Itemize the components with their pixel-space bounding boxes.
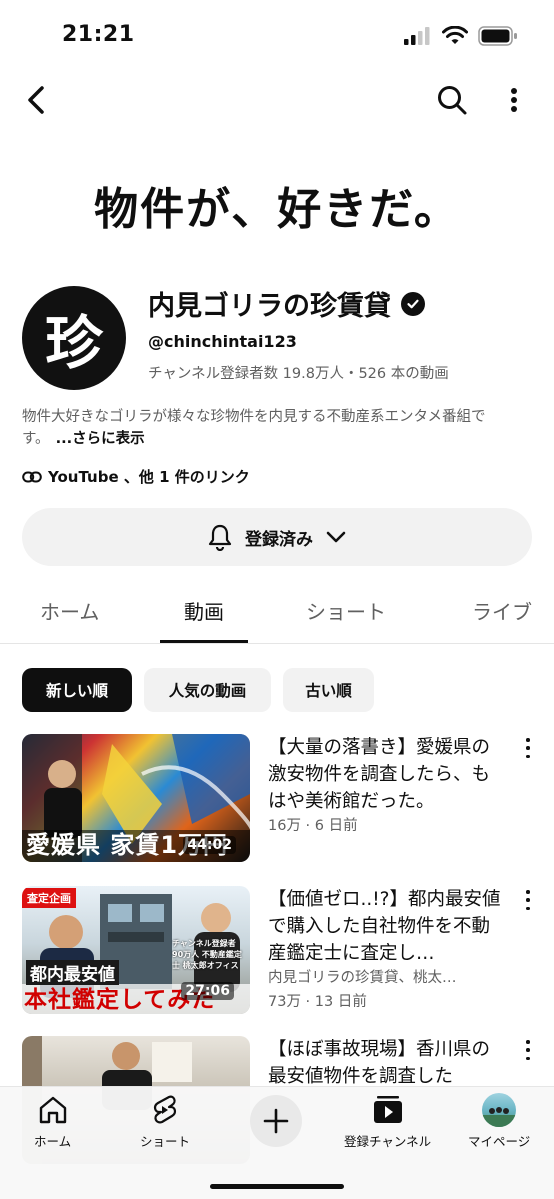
home-indicator (210, 1184, 344, 1189)
shorts-icon (153, 1095, 177, 1124)
profile-avatar (482, 1093, 517, 1127)
video-meta: 16万 · 6 日前 (268, 818, 358, 834)
more-vertical-icon (511, 88, 517, 112)
video-thumbnail[interactable]: 査定企画 チャンネル登録者90万人 不動産鑑定士 桃太郎オフィス 都内最安値 本… (22, 886, 250, 1014)
nav-subscriptions-label: 登録チャンネル (344, 1134, 432, 1149)
chip-newest[interactable]: 新しい順 (22, 668, 132, 712)
active-tab-indicator (160, 640, 248, 643)
top-nav (0, 70, 554, 130)
status-bar: 21:21 (0, 0, 554, 70)
subscribed-button[interactable]: 登録済み (22, 508, 532, 566)
nav-home-label: ホーム (34, 1134, 72, 1149)
subscriptions-icon (373, 1096, 402, 1123)
thumbnail-tag: 査定企画 (22, 888, 76, 908)
chevron-down-icon (326, 531, 346, 543)
battery-icon (478, 26, 517, 46)
thumbnail-side-caption: チャンネル登録者90万人 不動産鑑定士 桃太郎オフィス (172, 939, 242, 970)
chevron-left-icon (28, 86, 44, 114)
video-channel: 内見ゴリラの珍賃貸、桃太… (268, 970, 457, 986)
avatar-char: 珍 (44, 309, 103, 377)
video-meta: 73万 · 13 日前 (268, 994, 367, 1010)
subscribed-label: 登録済み (245, 529, 313, 550)
channel-name-row: 内見ゴリラの珍賃貸 (148, 284, 425, 323)
video-title[interactable]: 【大量の落書き】愛媛県の激安物件を調査したら、もはや美術館だった。 (268, 734, 508, 815)
channel-name: 内見ゴリラの珍賃貸 (148, 291, 391, 322)
tab-videos[interactable]: 動画 (184, 596, 224, 625)
video-duration: 27:06 (181, 982, 234, 1000)
nav-home[interactable]: ホーム (34, 1093, 71, 1150)
search-icon (438, 86, 467, 115)
wifi-icon (442, 26, 468, 44)
status-time: 21:21 (62, 22, 135, 47)
banner-text: 物件が、好きだ。 (94, 184, 460, 235)
links-label: YouTube 、他 1 件のリンク (48, 468, 250, 486)
more-options-button[interactable] (498, 80, 530, 120)
verified-badge-icon (401, 291, 425, 316)
video-item[interactable]: 愛媛県 家賃1万円 44:02 【大量の落書き】愛媛県の激安物件を調査したら、も… (22, 734, 532, 864)
status-icons (404, 26, 518, 46)
nav-mypage-label: マイページ (468, 1134, 531, 1149)
channel-description[interactable]: 物件大好きなゴリラが様々な珍物件を内見する不動産系エンタメ番組です。 ...さらに… (22, 406, 532, 450)
channel-stats: チャンネル登録者数 19.8万人・526 本の動画 (148, 366, 449, 382)
channel-links[interactable]: YouTube 、他 1 件のリンク (22, 466, 250, 487)
video-item[interactable]: 査定企画 チャンネル登録者90万人 不動産鑑定士 桃太郎オフィス 都内最安値 本… (22, 886, 532, 1016)
video-title[interactable]: 【価値ゼロ..!?】都内最安値で購入した自社物件を不動産鑑定士に査定し… (268, 886, 508, 967)
bell-icon (208, 524, 232, 551)
chip-oldest[interactable]: 古い順 (283, 668, 374, 712)
chip-popular[interactable]: 人気の動画 (144, 668, 271, 712)
tab-home[interactable]: ホーム (40, 596, 99, 625)
video-duration: 44:02 (183, 836, 236, 854)
video-more-button[interactable] (520, 890, 536, 910)
video-more-button[interactable] (520, 1040, 536, 1060)
signal-icon (404, 27, 430, 45)
channel-handle: @chinchintai123 (148, 332, 297, 351)
channel-banner: 物件が、好きだ。 (0, 160, 554, 250)
bottom-nav: ホーム ショート 登録チャンネル マイページ (0, 1086, 554, 1199)
description-more-link[interactable]: ...さらに表示 (56, 431, 145, 447)
search-button[interactable] (432, 80, 472, 120)
channel-tabs: ホーム 動画 ショート ライブ (0, 580, 554, 644)
home-icon (39, 1096, 66, 1124)
nav-shorts-label: ショート (140, 1134, 191, 1149)
nav-create[interactable] (250, 1095, 302, 1147)
tab-shorts[interactable]: ショート (306, 596, 386, 625)
nav-mypage[interactable]: マイページ (468, 1093, 530, 1150)
video-thumbnail[interactable]: 愛媛県 家賃1万円 44:02 (22, 734, 250, 862)
video-more-button[interactable] (520, 738, 536, 758)
create-icon (250, 1095, 302, 1147)
nav-subscriptions[interactable]: 登録チャンネル (344, 1093, 431, 1150)
back-button[interactable] (18, 80, 54, 120)
channel-avatar[interactable]: 珍 (22, 286, 126, 390)
video-title[interactable]: 【ほぼ事故現場】香川県の最安値物件を調査した (268, 1036, 508, 1090)
link-icon (22, 471, 42, 482)
nav-shorts[interactable]: ショート (140, 1093, 190, 1150)
tab-live[interactable]: ライブ (472, 596, 532, 625)
